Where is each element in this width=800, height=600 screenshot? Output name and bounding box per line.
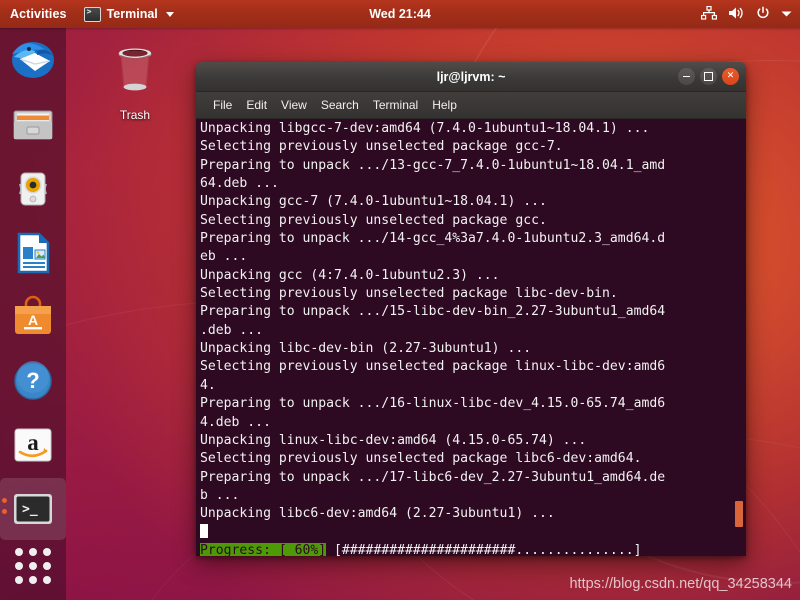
volume-icon[interactable] [728,6,745,23]
terminal-line: Selecting previously unselected package … [200,286,618,302]
top-panel: Activities Terminal Wed 21:44 [0,0,800,28]
show-applications-button[interactable] [0,540,66,592]
terminal-line: Selecting previously unselected package … [200,451,642,467]
terminal-icon [83,6,101,22]
dock-item-ubuntu-software[interactable]: A [0,286,66,348]
terminal-line: .deb ... [200,322,264,338]
svg-text:a: a [27,430,39,455]
terminal-window: ljr@ljrvm: ~ ✕ File Edit View Search Ter… [196,62,746,556]
trash-label: Trash [119,108,151,122]
dock-item-amazon[interactable]: a [0,414,66,476]
close-button[interactable]: ✕ [722,68,739,85]
scrollbar-thumb[interactable] [735,501,743,528]
ubuntu-software-icon: A [10,294,56,340]
terminal-line: Unpacking libc-dev-bin (2.27-3ubuntu1) .… [200,341,532,357]
terminal-line: Selecting previously unselected package … [200,212,547,228]
dock-item-files[interactable] [0,94,66,156]
power-icon[interactable] [756,5,770,23]
amazon-icon: a [10,422,56,468]
window-title: ljr@ljrvm: ~ [436,69,506,84]
terminal-line: Unpacking gcc (4:7.4.0-1ubuntu2.3) ... [200,267,500,283]
svg-text:>_: >_ [22,502,38,517]
chevron-down-icon[interactable] [781,7,792,21]
terminal-scrollbar[interactable] [733,119,746,556]
terminal-line: Preparing to unpack .../14-gcc_4%3a7.4.0… [200,231,666,247]
menu-terminal[interactable]: Terminal [366,95,425,115]
terminal-icon: >_ [10,486,56,532]
ubuntu-desktop: Activities Terminal Wed 21:44 [0,0,800,600]
menu-help[interactable]: Help [425,95,464,115]
menu-view[interactable]: View [274,95,314,115]
menu-file[interactable]: File [206,95,239,115]
terminal-line: Unpacking gcc-7 (7.4.0-1ubuntu1~18.04.1)… [200,194,547,210]
terminal-line: Preparing to unpack .../15-libc-dev-bin_… [200,304,666,320]
window-controls: ✕ [678,62,739,91]
terminal-line: 4.deb ... [200,414,271,430]
grid-dots-icon [15,548,51,584]
terminal-line: Selecting previously unselected package … [200,139,563,155]
network-icon[interactable] [701,5,717,23]
files-icon [10,102,56,148]
chevron-down-icon [165,11,174,17]
terminal-cursor [200,523,733,542]
dock-item-rhythmbox[interactable] [0,158,66,220]
window-title-bar[interactable]: ljr@ljrvm: ~ ✕ [196,62,746,92]
desktop-icon-trash[interactable]: Trash [103,40,167,122]
menu-edit[interactable]: Edit [239,95,274,115]
maximize-button[interactable] [700,68,717,85]
svg-text:A: A [28,312,38,328]
terminal-line: Unpacking libc6-dev:amd64 (2.27-3ubuntu1… [200,506,555,522]
app-menu-label: Terminal [106,7,158,21]
trash-icon [105,48,165,104]
terminal-line: 4. [200,377,216,393]
progress-label: Progress: [ 60%] [200,542,327,556]
watermark-url: https://blog.csdn.net/qq_34258344 [569,576,792,592]
terminal-output[interactable]: Unpacking libgcc-7-dev:amd64 (7.4.0-1ubu… [196,119,733,556]
app-menu-terminal[interactable]: Terminal [78,6,180,22]
minimize-button[interactable] [678,68,695,85]
terminal-line: Preparing to unpack .../13-gcc-7_7.4.0-1… [200,157,666,173]
activities-button[interactable]: Activities [0,7,78,21]
system-tray [701,5,792,23]
progress-bar: [######################...............] [326,542,642,556]
terminal-line: Selecting previously unselected package … [200,359,666,375]
libreoffice-writer-icon [10,230,56,276]
terminal-line: b ... [200,487,240,503]
launcher-dock: A ? a >_ [0,28,66,600]
dock-item-libreoffice-writer[interactable] [0,222,66,284]
menu-search[interactable]: Search [314,95,366,115]
terminal-line: Unpacking libgcc-7-dev:amd64 (7.4.0-1ubu… [200,121,650,136]
terminal-line: Preparing to unpack .../16-linux-libc-de… [200,396,666,412]
dock-item-terminal[interactable]: >_ [0,478,66,540]
dock-item-help[interactable]: ? [0,350,66,412]
menu-bar: File Edit View Search Terminal Help [196,92,746,119]
rhythmbox-icon [10,166,56,212]
terminal-body[interactable]: Unpacking libgcc-7-dev:amd64 (7.4.0-1ubu… [196,119,746,556]
terminal-line: Unpacking linux-libc-dev:amd64 (4.15.0-6… [200,432,587,448]
progress-row: Progress: [ 60%] [######################… [200,542,733,556]
thunderbird-icon [10,38,56,84]
terminal-line: 64.deb ... [200,176,279,192]
terminal-line: Preparing to unpack .../17-libc6-dev_2.2… [200,469,666,485]
svg-text:?: ? [26,368,39,393]
dock-item-thunderbird[interactable] [0,30,66,92]
terminal-line: eb ... [200,249,248,265]
help-icon: ? [10,358,56,404]
